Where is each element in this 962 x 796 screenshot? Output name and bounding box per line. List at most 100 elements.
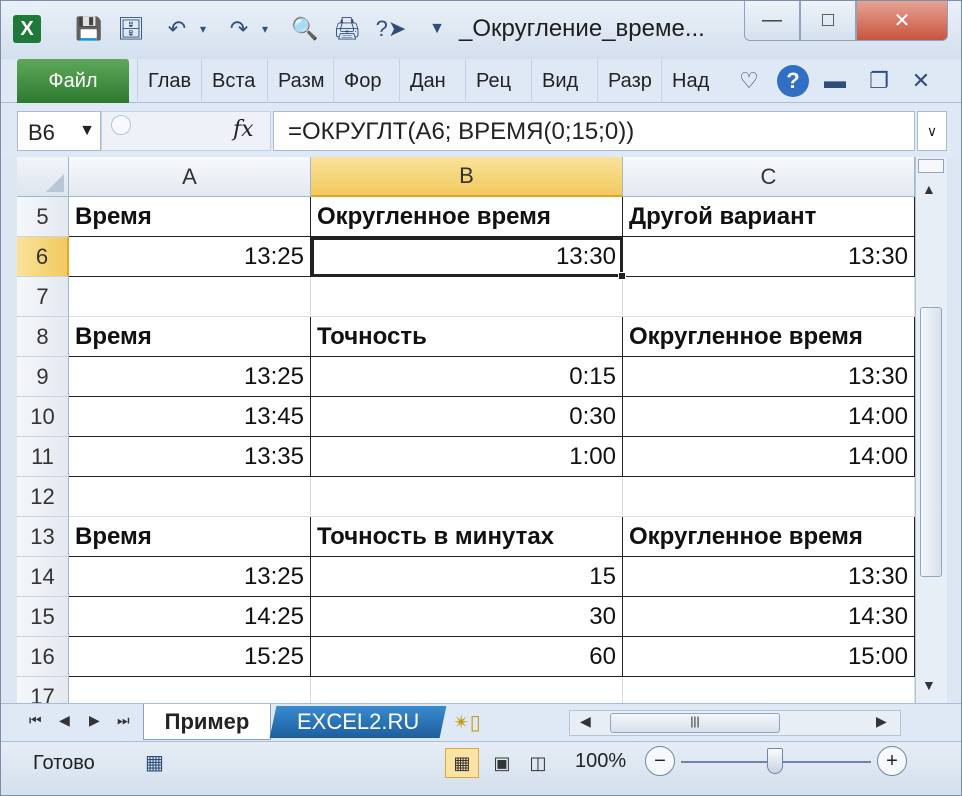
row-header-15[interactable]: 15 [17,597,69,637]
undo-icon[interactable]: ↶ [161,13,193,45]
scroll-up-icon[interactable]: ▲ [922,181,936,197]
cell-a17[interactable] [69,677,311,703]
row-header-12[interactable]: 12 [17,477,69,517]
next-sheet-icon[interactable]: ▶ [89,712,100,729]
cell-a9[interactable]: 13:25 [69,357,311,397]
cell-c10[interactable]: 14:00 [623,397,915,437]
collapse-ribbon-icon[interactable]: ♡ [735,65,763,97]
cell-b7[interactable] [311,277,623,317]
page-break-view-icon[interactable]: ◫ [521,748,555,778]
column-header-b[interactable]: B [311,157,623,197]
cell-c7[interactable] [623,277,915,317]
row-header-14[interactable]: 14 [17,557,69,597]
customize-qat-icon[interactable]: ▼ [421,13,453,45]
scroll-left-icon[interactable]: ◀ [580,713,591,730]
help-icon[interactable]: ? [777,65,809,97]
cell-c8[interactable]: Округленное время [623,317,915,357]
row-header-13[interactable]: 13 [17,517,69,557]
row-header-9[interactable]: 9 [17,357,69,397]
insert-function-icon[interactable]: fx [233,117,254,142]
cell-a14[interactable]: 13:25 [69,557,311,597]
close-workbook-icon[interactable]: ✕ [907,65,935,97]
tab-formulas[interactable]: Фор [333,59,381,103]
insert-sheet-icon[interactable]: ✴▯ [453,710,481,735]
cell-c6[interactable]: 13:30 [623,237,915,277]
expand-formula-bar-icon[interactable]: ∨ [917,111,947,151]
save-as-icon[interactable]: 🗄 [115,13,147,45]
row-header-16[interactable]: 16 [17,637,69,677]
tab-review[interactable]: Рец [465,59,511,103]
redo-dropdown-icon[interactable]: ▾ [257,13,273,45]
scroll-down-icon[interactable]: ▼ [922,677,936,693]
tab-home[interactable]: Глав [137,59,191,103]
cell-b11[interactable]: 1:00 [311,437,623,477]
cell-a16[interactable]: 15:25 [69,637,311,677]
excel-app-icon[interactable]: X [13,15,41,43]
maximize-button[interactable]: □ [800,1,856,41]
sheet-tab-excel2[interactable]: EXCEL2.RU [269,706,447,738]
prev-sheet-icon[interactable]: ◀ [59,712,70,729]
cell-c5[interactable]: Другой вариант [623,197,915,237]
cell-a12[interactable] [69,477,311,517]
zoom-level[interactable]: 100% [575,750,626,773]
cell-b15[interactable]: 30 [311,597,623,637]
cell-c12[interactable] [623,477,915,517]
minimize-button[interactable]: — [744,1,800,41]
cell-a8[interactable]: Время [69,317,311,357]
split-box[interactable] [918,159,944,173]
cell-a11[interactable]: 13:35 [69,437,311,477]
print-preview-icon[interactable]: 🔍 [289,13,321,45]
tab-view[interactable]: Вид [531,59,578,103]
zoom-slider-knob[interactable] [767,748,783,774]
select-all-button[interactable] [17,157,69,197]
cell-a13[interactable]: Время [69,517,311,557]
sheet-tab-primer[interactable]: Пример [143,704,271,740]
help-arrow-icon[interactable]: ?➤ [375,13,407,45]
tab-developer[interactable]: Разр [597,59,652,103]
row-header-5[interactable]: 5 [17,197,69,237]
formula-input[interactable]: =ОКРУГЛТ(A6; ВРЕМЯ(0;15;0)) [273,111,915,151]
cell-b6[interactable]: 13:30 [311,237,623,277]
tab-file[interactable]: Файл [17,59,129,103]
cell-b9[interactable]: 0:15 [311,357,623,397]
row-header-6[interactable]: 6 [17,237,69,277]
cell-c17[interactable] [623,677,915,703]
cell-c16[interactable]: 15:00 [623,637,915,677]
save-icon[interactable]: 💾 [73,13,105,45]
cell-c14[interactable]: 13:30 [623,557,915,597]
cell-a10[interactable]: 13:45 [69,397,311,437]
row-header-17[interactable]: 17 [17,677,69,703]
resize-handle[interactable] [111,115,131,135]
macro-record-icon[interactable]: ▦ [145,750,164,775]
cell-c13[interactable]: Округленное время [623,517,915,557]
column-header-c[interactable]: C [623,157,915,197]
horizontal-scroll-thumb[interactable]: ||| [610,713,780,733]
first-sheet-icon[interactable]: ⏮ [29,712,42,729]
name-box-dropdown-icon[interactable]: ▼ [73,111,101,151]
redo-icon[interactable]: ↷ [223,13,255,45]
last-sheet-icon[interactable]: ⏭ [117,712,130,729]
cell-b14[interactable]: 15 [311,557,623,597]
print-icon[interactable]: 🖨 [331,13,363,45]
column-header-a[interactable]: A [69,157,311,197]
horizontal-scrollbar[interactable]: ◀ ||| ▶ [569,710,901,736]
tab-insert[interactable]: Вста [201,59,255,103]
cell-b12[interactable] [311,477,623,517]
cell-b16[interactable]: 60 [311,637,623,677]
cell-a6[interactable]: 13:25 [69,237,311,277]
cell-b5[interactable]: Округленное время [311,197,623,237]
minimize-workbook-icon[interactable]: ▬ [821,65,849,97]
row-header-7[interactable]: 7 [17,277,69,317]
cell-b10[interactable]: 0:30 [311,397,623,437]
undo-dropdown-icon[interactable]: ▾ [195,13,211,45]
cell-c11[interactable]: 14:00 [623,437,915,477]
row-header-8[interactable]: 8 [17,317,69,357]
normal-view-icon[interactable]: ▦ [445,748,479,778]
row-header-10[interactable]: 10 [17,397,69,437]
tab-addins[interactable]: Над [661,59,709,103]
close-button[interactable]: ✕ [856,1,948,41]
zoom-in-button[interactable]: + [877,746,907,776]
scroll-right-icon[interactable]: ▶ [876,713,887,730]
cell-b8[interactable]: Точность [311,317,623,357]
restore-workbook-icon[interactable]: ❐ [865,65,893,97]
